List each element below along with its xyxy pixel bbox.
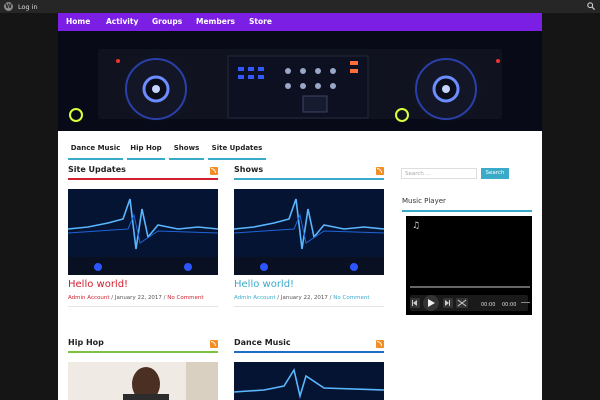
- svg-text:♫: ♫: [412, 221, 420, 231]
- tab-site-updates[interactable]: Site Updates: [208, 142, 266, 160]
- shuffle-button[interactable]: [456, 298, 468, 308]
- login-link[interactable]: Log in: [18, 3, 38, 11]
- post-thumbnail[interactable]: [234, 362, 384, 400]
- nav-item-groups[interactable]: Groups: [152, 17, 182, 26]
- section-underline: [68, 351, 218, 353]
- current-time: 00:00: [481, 302, 495, 308]
- post-title-link[interactable]: Hello world!: [234, 279, 294, 290]
- section-underline: [234, 178, 384, 180]
- nav-item-members[interactable]: Members: [196, 17, 235, 26]
- divider: [234, 306, 384, 307]
- rss-feed-icon[interactable]: [376, 167, 384, 175]
- music-player: ♫ 00:00 00:00: [406, 216, 532, 315]
- post-thumbnail[interactable]: [68, 189, 218, 275]
- post-date: January 22, 2017: [280, 295, 328, 301]
- tab-hip-hop[interactable]: Hip Hop: [127, 142, 165, 160]
- section-underline: [234, 351, 384, 353]
- section-title-hip-hop[interactable]: Hip Hop: [68, 338, 104, 347]
- volume-slider[interactable]: [521, 302, 530, 303]
- playback-progress-track[interactable]: [410, 286, 530, 288]
- post-thumbnail[interactable]: [68, 362, 218, 400]
- section-title-site-updates[interactable]: Site Updates: [68, 165, 126, 174]
- main-navigation: Home Activity Groups Members Store: [58, 13, 542, 31]
- post-date: January 22, 2017: [114, 295, 162, 301]
- post-title-link[interactable]: Hello world!: [68, 279, 128, 290]
- nav-item-home[interactable]: Home: [66, 17, 90, 26]
- rss-feed-icon[interactable]: [210, 167, 218, 175]
- section-title-shows[interactable]: Shows: [234, 165, 263, 174]
- music-note-icon: ♫: [412, 221, 420, 231]
- next-track-button[interactable]: [443, 298, 453, 308]
- duration: 00:00: [502, 302, 516, 308]
- widget-underline: [402, 210, 532, 212]
- rss-feed-icon[interactable]: [210, 340, 218, 348]
- page-wrapper: Home Activity Groups Members Store Dance…: [58, 13, 542, 400]
- previous-track-button[interactable]: [410, 298, 420, 308]
- wordpress-logo-icon[interactable]: W: [4, 2, 13, 11]
- admin-bar: W Log in: [0, 0, 600, 13]
- divider: [68, 306, 218, 307]
- section-underline: [68, 178, 218, 180]
- nav-item-store[interactable]: Store: [249, 17, 272, 26]
- play-button[interactable]: [423, 295, 439, 311]
- tab-dance-music[interactable]: Dance Music: [68, 142, 123, 160]
- tab-shows[interactable]: Shows: [169, 142, 204, 160]
- music-player-title: Music Player: [402, 197, 446, 205]
- search-icon[interactable]: [587, 2, 595, 10]
- post-author-link[interactable]: Admin Account: [68, 295, 109, 301]
- search-input[interactable]: Search ...: [401, 168, 477, 179]
- post-comments-link[interactable]: No Comment: [333, 295, 369, 301]
- post-author-link[interactable]: Admin Account: [234, 295, 275, 301]
- section-title-dance-music[interactable]: Dance Music: [234, 338, 291, 347]
- post-comments-link[interactable]: No Comment: [167, 295, 203, 301]
- post-meta: Admin Account / January 22, 2017 / No Co…: [234, 295, 370, 301]
- nav-item-activity[interactable]: Activity: [106, 17, 138, 26]
- post-thumbnail[interactable]: [234, 189, 384, 275]
- header-banner-image: [58, 31, 542, 131]
- rss-feed-icon[interactable]: [376, 340, 384, 348]
- post-meta: Admin Account / January 22, 2017 / No Co…: [68, 295, 204, 301]
- search-button[interactable]: Search: [481, 168, 509, 179]
